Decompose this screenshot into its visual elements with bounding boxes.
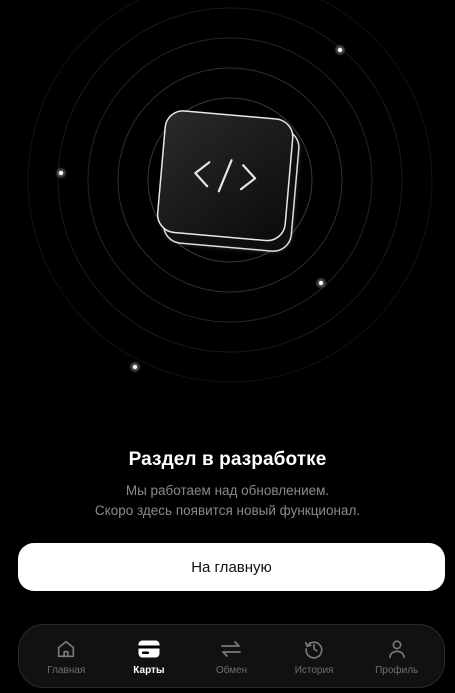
- tab-label: Карты: [133, 664, 165, 676]
- page-title: Раздел в разработке: [128, 449, 327, 470]
- tab-label: Профиль: [375, 664, 419, 676]
- tab-history[interactable]: История: [275, 628, 353, 684]
- profile-icon: [385, 637, 409, 661]
- exchange-icon: [219, 637, 243, 661]
- tab-exchange[interactable]: Обмен: [192, 628, 270, 684]
- tab-label: История: [294, 664, 334, 676]
- hero-illustration-svg: [27, 0, 433, 383]
- code-tile: [156, 110, 300, 252]
- hero-illustration: [0, 0, 455, 440]
- sparkle: [133, 365, 137, 369]
- tab-label: Главная: [47, 664, 86, 676]
- tab-label: Обмен: [215, 664, 248, 676]
- subtitle-line: Мы работаем над обновлением.: [125, 483, 330, 498]
- sparkle: [338, 48, 342, 52]
- sparkle: [319, 281, 323, 285]
- home-icon: [54, 637, 78, 661]
- sparkle: [59, 171, 63, 175]
- tab-cards[interactable]: Карты: [110, 628, 188, 684]
- subtitle-line: Скоро здесь появится новый функционал.: [94, 503, 361, 518]
- tab-home[interactable]: Главная: [27, 628, 105, 684]
- history-icon: [302, 637, 326, 661]
- go-home-button[interactable]: На главную: [18, 543, 445, 591]
- bottom-tab-bar: Главная Карты Обмен История Профиль: [18, 624, 445, 688]
- tab-profile[interactable]: Профиль: [358, 628, 436, 684]
- card-icon: [137, 637, 161, 661]
- page-subtitle: Мы работаем над обновлением. Скоро здесь…: [0, 481, 455, 521]
